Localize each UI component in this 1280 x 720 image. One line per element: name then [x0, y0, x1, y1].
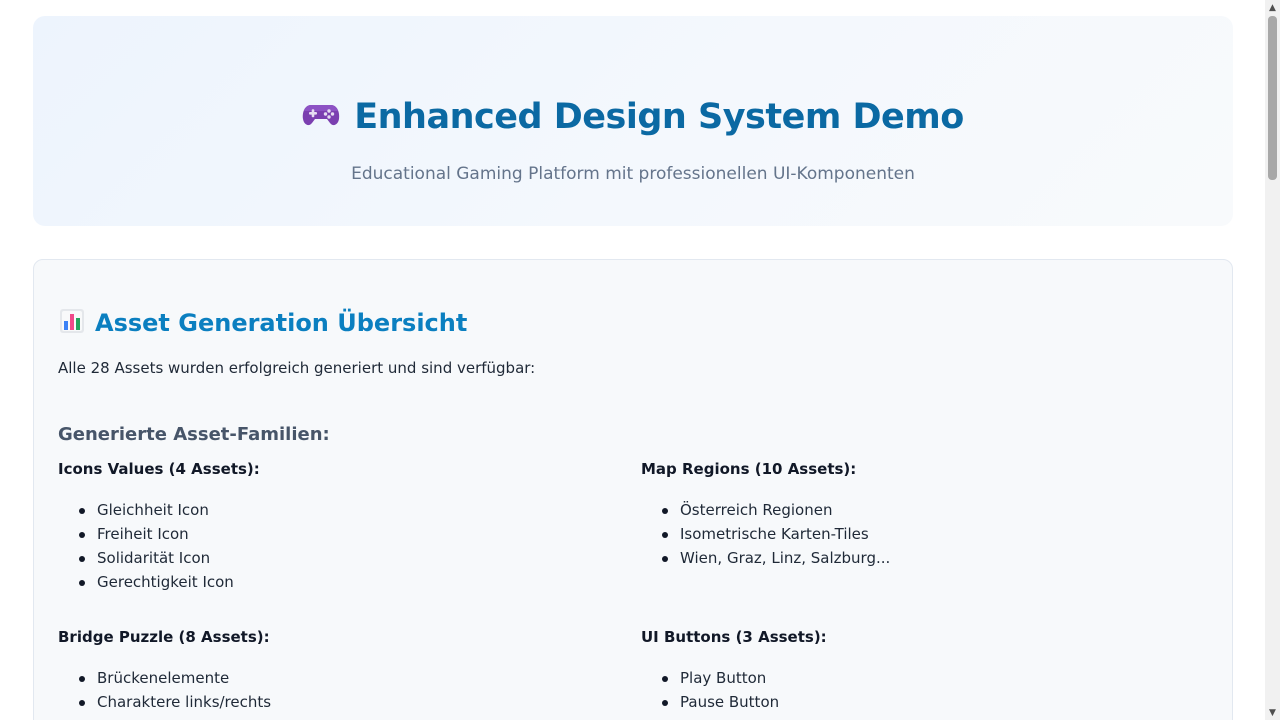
scroll-up-arrow-icon[interactable]: ▲: [1265, 0, 1280, 15]
asset-list: Gleichheit Icon Freiheit Icon Solidaritä…: [58, 498, 598, 594]
scroll-down-arrow-icon[interactable]: ▼: [1265, 705, 1280, 720]
asset-list: Brückenelemente Charaktere links/rechts: [58, 666, 598, 714]
list-item: Play Button: [662, 666, 1181, 690]
asset-family-ui-buttons: UI Buttons (3 Assets): Play Button Pause…: [641, 626, 1181, 714]
vertical-scrollbar[interactable]: ▲ ▼: [1265, 0, 1280, 720]
list-item: Freiheit Icon: [79, 522, 598, 546]
asset-family-icons-values: Icons Values (4 Assets): Gleichheit Icon…: [58, 458, 598, 594]
list-item: Gleichheit Icon: [79, 498, 598, 522]
intro-text: Alle 28 Assets wurden erfolgreich generi…: [58, 359, 536, 377]
section-title-text: Asset Generation Übersicht: [95, 309, 468, 337]
page-subtitle: Educational Gaming Platform mit professi…: [351, 164, 915, 184]
page: Enhanced Design System Demo Educational …: [0, 0, 1265, 720]
list-item: Isometrische Karten-Tiles: [662, 522, 1181, 546]
list-item: Österreich Regionen: [662, 498, 1181, 522]
asset-family-title: Icons Values (4 Assets):: [58, 460, 260, 478]
list-item: Brückenelemente: [79, 666, 598, 690]
list-item: Pause Button: [662, 690, 1181, 714]
asset-family-title: Map Regions (10 Assets):: [641, 460, 857, 478]
asset-family-title: UI Buttons (3 Assets):: [641, 628, 827, 646]
asset-list: Österreich Regionen Isometrische Karten-…: [641, 498, 1181, 570]
bar-chart-icon: [60, 309, 84, 333]
page-title-text: Enhanced Design System Demo: [354, 97, 964, 137]
asset-family-bridge-puzzle: Bridge Puzzle (8 Assets): Brückenelement…: [58, 626, 598, 714]
asset-list: Play Button Pause Button: [641, 666, 1181, 714]
asset-overview-card: Asset Generation Übersicht Alle 28 Asset…: [33, 259, 1233, 720]
list-item: Gerechtigkeit Icon: [79, 570, 598, 594]
scrollbar-thumb[interactable]: [1268, 16, 1277, 180]
section-title: Asset Generation Übersicht: [59, 306, 467, 340]
list-item: Solidarität Icon: [79, 546, 598, 570]
families-heading: Generierte Asset-Familien:: [58, 424, 330, 445]
list-item: Wien, Graz, Linz, Salzburg...: [662, 546, 1181, 570]
list-item: Charaktere links/rechts: [79, 690, 598, 714]
hero-banner: Enhanced Design System Demo Educational …: [33, 16, 1233, 226]
page-title: Enhanced Design System Demo: [33, 94, 1233, 140]
asset-family-title: Bridge Puzzle (8 Assets):: [58, 628, 270, 646]
asset-family-map-regions: Map Regions (10 Assets): Österreich Regi…: [641, 458, 1181, 570]
gamepad-icon: [303, 105, 340, 126]
